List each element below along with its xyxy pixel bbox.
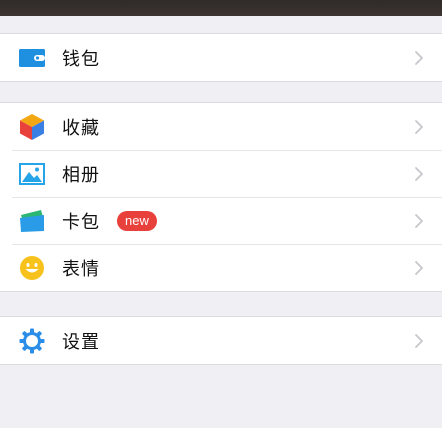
menu-item-label: 卡包 [62, 211, 100, 233]
menu-item-stickers[interactable]: 表情 [0, 244, 442, 291]
menu-item-label: 设置 [62, 331, 100, 353]
chevron-right-icon [415, 333, 423, 348]
settings-group: 设置 [0, 316, 442, 365]
menu-item-settings[interactable]: 设置 [0, 317, 442, 364]
menu-item-label: 钱包 [62, 48, 100, 70]
chevron-right-icon [415, 50, 423, 65]
smiley-face-icon [18, 254, 46, 282]
menu-item-album[interactable]: 相册 [0, 150, 442, 197]
menu-item-wallet[interactable]: 钱包 [0, 34, 442, 81]
menu-item-favorites[interactable]: 收藏 [0, 103, 442, 150]
new-badge: new [117, 210, 157, 231]
favorites-cube-icon [18, 113, 46, 141]
menu-item-label: 收藏 [62, 117, 100, 139]
status-bar-fragment [0, 0, 442, 16]
menu-item-card-pack[interactable]: 卡包 new [0, 197, 442, 244]
card-pack-icon [18, 207, 46, 235]
menu-item-label: 表情 [62, 258, 100, 280]
wallet-icon [18, 44, 46, 72]
menu-item-label: 相册 [62, 164, 100, 186]
chevron-right-icon [415, 213, 423, 228]
gear-icon [18, 327, 46, 355]
album-picture-icon [18, 160, 46, 188]
chevron-right-icon [415, 260, 423, 275]
collections-group: 收藏 相册 卡包 new 表情 [0, 102, 442, 292]
wallet-group: 钱包 [0, 33, 442, 82]
chevron-right-icon [415, 119, 423, 134]
chevron-right-icon [415, 166, 423, 181]
